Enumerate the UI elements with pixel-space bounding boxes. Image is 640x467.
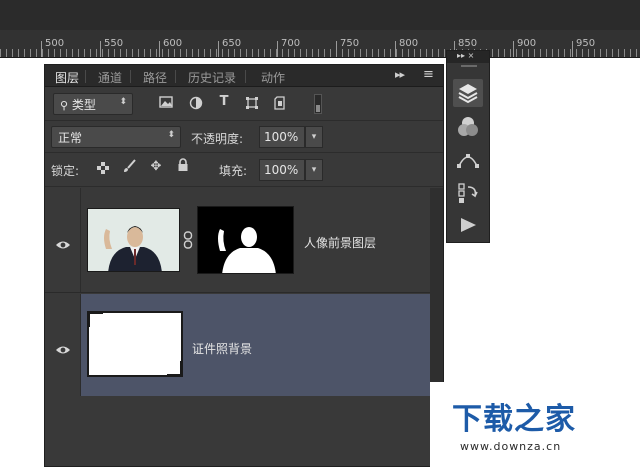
layer-mask-thumbnail[interactable]	[197, 206, 294, 274]
lock-label: 锁定:	[51, 164, 80, 178]
filter-row: ⚲ 类型 ⬍ T	[45, 87, 443, 121]
collapse-icon[interactable]: ▸▸	[395, 68, 405, 81]
paths-icon[interactable]	[453, 146, 483, 174]
dock-header-controls[interactable]: ▸▸ ×	[457, 51, 474, 60]
tab-divider	[85, 70, 86, 83]
smart-object-filter-icon[interactable]	[272, 96, 288, 112]
panel-tabs: 图层 通道 路径 历史记录 动作 ▸▸ ≡	[45, 65, 443, 87]
lock-transparent-icon[interactable]	[95, 162, 111, 178]
pixel-filter-icon[interactable]	[158, 96, 174, 112]
tab-divider	[175, 70, 176, 83]
top-bar	[0, 0, 640, 30]
ruler-mark: 850	[458, 38, 478, 49]
layer-thumbnail[interactable]	[87, 208, 180, 272]
layer-thumbnail[interactable]	[87, 311, 183, 377]
ruler-ticks	[0, 49, 640, 57]
canvas-area[interactable]	[0, 58, 44, 467]
eye-icon[interactable]	[55, 340, 71, 354]
ruler-mark: 650	[222, 38, 242, 49]
grip-icon[interactable]	[461, 65, 477, 67]
layer-row[interactable]: 人像前景图层	[45, 188, 430, 293]
layers-panel: 图层 通道 路径 历史记录 动作 ▸▸ ≡ ⚲ 类型 ⬍ T 正常 ⬍ 不透明度…	[44, 64, 444, 467]
search-icon: ⚲	[60, 99, 69, 112]
collapsed-panels-dock: ▸▸ ×	[446, 50, 490, 243]
horizontal-ruler: 500 550 600 650 700 750 800 850 900 950	[0, 30, 640, 58]
lock-all-icon[interactable]	[175, 158, 191, 176]
tab-paths[interactable]: 路径	[143, 69, 167, 86]
eye-icon[interactable]	[55, 235, 71, 249]
panel-menu-icon[interactable]: ≡	[423, 67, 434, 82]
filter-toggle-knob	[316, 105, 320, 112]
layer-name[interactable]: 人像前景图层	[304, 234, 376, 251]
ruler-major-tick	[395, 41, 396, 57]
ruler-major-tick	[41, 41, 42, 57]
ruler-major-tick	[513, 41, 514, 57]
blend-row: 正常 ⬍ 不透明度: 100% ▾	[45, 121, 443, 153]
lock-pixels-brush-icon[interactable]	[121, 159, 137, 177]
filter-toggle[interactable]	[314, 94, 322, 114]
mask-link-icon[interactable]	[183, 231, 193, 249]
layer-name[interactable]: 证件照背景	[192, 340, 252, 357]
opacity-input[interactable]: 100%	[259, 126, 305, 148]
ruler-major-tick	[277, 41, 278, 57]
type-filter-icon[interactable]: T	[216, 94, 232, 110]
filter-type-label: 类型	[71, 98, 96, 112]
visibility-column	[45, 188, 81, 292]
ruler-mark: 550	[104, 38, 124, 49]
tab-history[interactable]: 历史记录	[188, 69, 236, 86]
layer-row-selected[interactable]: 证件照背景	[45, 294, 430, 396]
layers-panel-button[interactable]	[453, 79, 483, 107]
channels-icon[interactable]	[453, 113, 483, 141]
ruler-major-tick	[159, 41, 160, 57]
lock-row: 锁定: ✥ 填充: 100% ▾	[45, 153, 443, 187]
actions-icon[interactable]	[453, 211, 483, 239]
ruler-major-tick	[218, 41, 219, 57]
shape-filter-icon[interactable]	[244, 96, 260, 112]
ruler-major-tick	[572, 41, 573, 57]
ruler-major-tick	[100, 41, 101, 57]
blend-mode-value: 正常	[58, 131, 83, 145]
tab-channels[interactable]: 通道	[98, 69, 122, 86]
watermark-url: www.downza.cn	[460, 440, 562, 453]
chevron-updown-icon: ⬍	[119, 97, 127, 107]
tab-divider	[245, 70, 246, 83]
ruler-major-tick	[336, 41, 337, 57]
blend-mode-dropdown[interactable]: 正常 ⬍	[51, 126, 181, 148]
ruler-mark: 500	[45, 38, 65, 49]
fill-input[interactable]: 100%	[259, 159, 305, 181]
ruler-mark: 900	[517, 38, 537, 49]
fill-dropdown-button[interactable]: ▾	[305, 159, 323, 181]
chevron-updown-icon: ⬍	[167, 130, 175, 140]
filter-type-dropdown[interactable]: ⚲ 类型 ⬍	[53, 93, 133, 115]
ruler-mark: 700	[281, 38, 301, 49]
dock-header: ▸▸ ×	[447, 51, 489, 63]
tab-layers[interactable]: 图层	[55, 69, 79, 86]
tab-actions[interactable]: 动作	[261, 69, 285, 86]
ruler-mark: 950	[576, 38, 596, 49]
fill-label: 填充:	[219, 164, 248, 178]
ruler-mark: 750	[340, 38, 360, 49]
opacity-label: 不透明度:	[191, 132, 244, 146]
visibility-column	[45, 294, 81, 396]
ruler-mark: 800	[399, 38, 419, 49]
watermark: 下载之家 www.downza.cn	[430, 382, 640, 467]
tab-divider	[130, 70, 131, 83]
ruler-mark: 600	[163, 38, 183, 49]
adjustment-filter-icon[interactable]	[188, 96, 204, 112]
opacity-dropdown-button[interactable]: ▾	[305, 126, 323, 148]
lock-position-move-icon[interactable]: ✥	[148, 159, 164, 174]
history-icon[interactable]	[453, 179, 483, 207]
watermark-title: 下载之家	[452, 402, 576, 437]
